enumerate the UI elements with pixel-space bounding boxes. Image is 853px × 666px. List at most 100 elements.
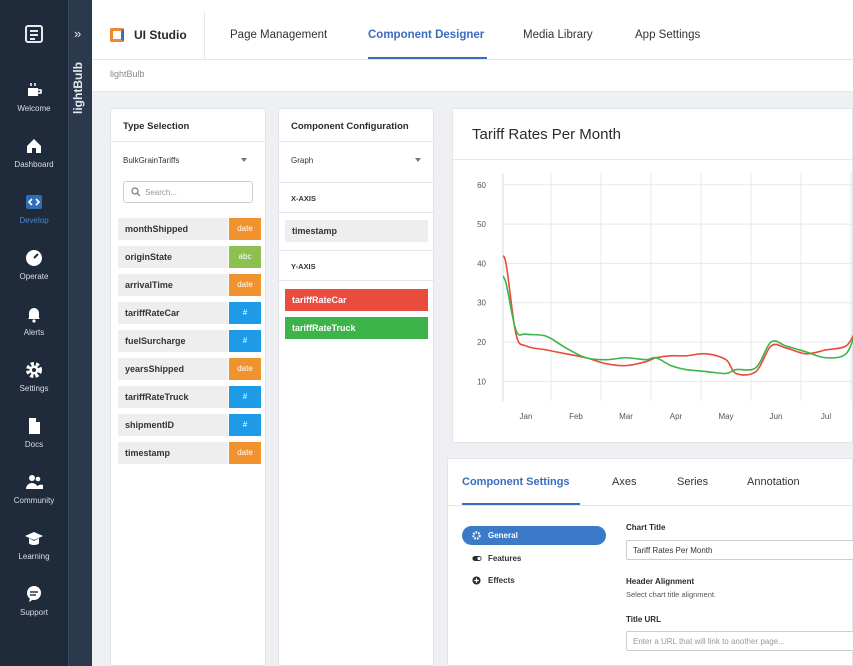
- field-item[interactable]: originState abc: [118, 246, 261, 268]
- brand-divider: [204, 12, 205, 59]
- nav-label: Operate: [19, 272, 49, 281]
- field-type-badge: #: [229, 330, 261, 352]
- tab-annotation[interactable]: Annotation: [747, 476, 800, 488]
- field-item[interactable]: yearsShipped date: [118, 358, 261, 380]
- dataset-select[interactable]: BulkGrainTariffs: [123, 156, 247, 170]
- y-tick-label: 30: [477, 299, 486, 308]
- tab-component-designer[interactable]: Component Designer: [368, 29, 484, 41]
- component-type-select[interactable]: Graph: [291, 156, 421, 170]
- expand-chevron-icon[interactable]: »: [74, 26, 81, 41]
- field-name: originState: [118, 246, 228, 268]
- field-item[interactable]: tariffRateCar #: [118, 302, 261, 324]
- x-axis-label: X-AXIS: [291, 194, 317, 203]
- y-tick-label: 20: [477, 338, 486, 347]
- field-type-badge: date: [229, 358, 261, 380]
- nav-item-dashboard[interactable]: Dashboard: [0, 136, 68, 186]
- x-axis-field-slot[interactable]: timestamp: [285, 220, 428, 242]
- y-axis-field-slot[interactable]: tariffRateTruck: [285, 317, 428, 339]
- nav-label: Welcome: [17, 104, 51, 113]
- field-name: yearsShipped: [118, 358, 228, 380]
- y-axis-field-slot[interactable]: tariffRateCar: [285, 289, 428, 311]
- field-search-box[interactable]: [123, 181, 253, 203]
- nav-item-settings[interactable]: Settings: [0, 360, 68, 410]
- header-alignment-label: Header Alignment: [626, 577, 695, 586]
- panel-title: Type Selection: [123, 121, 190, 132]
- y-tick-label: 60: [477, 181, 486, 190]
- tab-component-settings[interactable]: Component Settings: [462, 476, 570, 488]
- toggle-icon: [472, 556, 482, 561]
- tab-axes[interactable]: Axes: [612, 476, 636, 488]
- brand-name: UI Studio: [134, 28, 187, 42]
- y-tick-label: 40: [477, 259, 486, 268]
- field-item[interactable]: timestamp date: [118, 442, 261, 464]
- chart-title: Tariff Rates Per Month: [472, 126, 621, 143]
- divider: [448, 505, 852, 506]
- brand[interactable]: UI Studio: [110, 28, 187, 42]
- field-item[interactable]: arrivalTime date: [118, 274, 261, 296]
- x-tick-label: May: [718, 412, 733, 421]
- plus-circle-icon: [472, 576, 481, 585]
- chat-bubble-icon: [27, 586, 41, 602]
- field-type-badge: #: [229, 302, 261, 324]
- nav-label: Settings: [19, 384, 49, 393]
- nav-item-docs[interactable]: Docs: [0, 416, 68, 466]
- field-name: timestamp: [118, 442, 228, 464]
- x-tick-label: Apr: [670, 412, 683, 421]
- field-item[interactable]: tariffRateTruck #: [118, 386, 261, 408]
- field-name: arrivalTime: [118, 274, 228, 296]
- tab-app-settings[interactable]: App Settings: [635, 29, 700, 41]
- subnav-general[interactable]: General: [462, 526, 606, 545]
- field-name: shipmentID: [118, 414, 228, 436]
- search-input[interactable]: [145, 186, 245, 198]
- breadcrumb[interactable]: lightBulb: [110, 69, 145, 79]
- nav-item-develop[interactable]: Develop: [0, 192, 68, 242]
- ui-studio-logo-icon: [110, 28, 124, 42]
- y-tick-label: 10: [477, 377, 486, 386]
- nav-item-learning[interactable]: Learning: [0, 528, 68, 578]
- x-tick-label: Jun: [770, 412, 783, 421]
- subnav-features[interactable]: Features: [462, 549, 606, 568]
- divider: [453, 159, 852, 160]
- tab-series[interactable]: Series: [677, 476, 708, 488]
- subnav-label: Features: [488, 554, 522, 563]
- nav-item-support[interactable]: Support: [0, 584, 68, 634]
- app-logo-icon[interactable]: [24, 24, 44, 44]
- search-icon: [131, 187, 141, 197]
- divider: [279, 212, 433, 213]
- subnav-effects[interactable]: Effects: [462, 571, 606, 590]
- project-strip: » lightBulb: [68, 0, 92, 666]
- chart-title-input[interactable]: [626, 540, 853, 560]
- nav-item-welcome[interactable]: Welcome: [0, 80, 68, 130]
- project-name[interactable]: lightBulb: [71, 62, 85, 114]
- nav-item-operate[interactable]: Operate: [0, 248, 68, 298]
- field-type-badge: abc: [229, 246, 261, 268]
- breadcrumb-bar: lightBulb: [92, 60, 853, 92]
- nav-label: Alerts: [23, 328, 45, 337]
- field-item[interactable]: monthShipped date: [118, 218, 261, 240]
- divider: [111, 141, 265, 142]
- nav-item-alerts[interactable]: Alerts: [0, 304, 68, 354]
- line-chart: 10 20 30 40 50 60 Jan Feb Mar Apr May Jun Jul: [477, 173, 853, 421]
- field-type-badge: date: [229, 274, 261, 296]
- field-name: tariffRateTruck: [118, 386, 228, 408]
- document-icon: [29, 418, 40, 434]
- component-configuration-panel: Component Configuration Graph X-AXIS tim…: [278, 108, 434, 666]
- field-item[interactable]: shipmentID #: [118, 414, 261, 436]
- x-tick-label: Jul: [821, 412, 831, 421]
- type-selection-panel: Type Selection BulkGrainTariffs monthShi…: [110, 108, 266, 666]
- divider: [279, 250, 433, 251]
- chart-preview-panel: Tariff Rates Per Month 10 20 30 40 50 60 Jan Fe…: [452, 108, 853, 443]
- tab-page-management[interactable]: Page Management: [230, 29, 327, 41]
- y-tick-label: 50: [477, 220, 486, 229]
- title-url-input[interactable]: [626, 631, 853, 651]
- x-tick-label: Jan: [520, 412, 533, 421]
- field-type-badge: date: [229, 218, 261, 240]
- active-tab-indicator: [368, 57, 487, 59]
- graduation-cap-icon: [25, 532, 43, 545]
- code-icon: [26, 195, 42, 209]
- tab-media-library[interactable]: Media Library: [523, 29, 593, 41]
- field-item[interactable]: fuelSurcharge #: [118, 330, 261, 352]
- nav-label: Dashboard: [14, 160, 54, 169]
- nav-item-community[interactable]: Community: [0, 472, 68, 522]
- header-alignment-help: Select chart title alignment.: [626, 590, 717, 599]
